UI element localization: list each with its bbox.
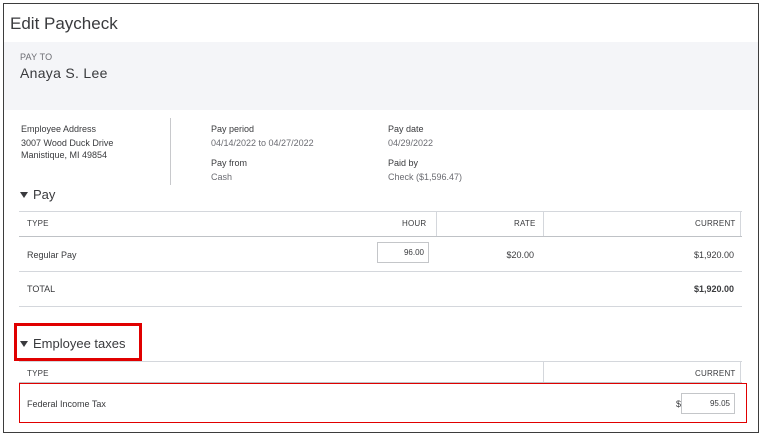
paid-by-value: Check ($1,596.47) [388, 172, 463, 182]
pay-period-value: 04/14/2022 to 04/27/2022 [211, 138, 314, 148]
pay-period-label: Pay period [211, 124, 255, 134]
triangle-down-icon [20, 191, 28, 198]
pay-row-rate: $20.00 [506, 250, 534, 260]
pay-date-label: Pay date [388, 124, 424, 134]
pay-from-label: Pay from [211, 158, 248, 168]
hour-input[interactable]: 96.00 [377, 242, 429, 263]
employee-address-line2: Manistique, MI 49854 [21, 150, 108, 160]
employee-name: Anaya S. Lee [20, 65, 108, 81]
pay-col-separator [436, 212, 437, 236]
pay-total-border [19, 306, 742, 307]
taxes-col-current: CURRENT [695, 369, 736, 378]
pay-col-separator [740, 212, 741, 236]
pay-row-type: Regular Pay [27, 250, 77, 260]
employee-address-label: Employee Address [21, 124, 97, 134]
dialog-title: Edit Paycheck [10, 14, 118, 33]
pay-section-toggle[interactable]: Pay [20, 187, 55, 202]
employee-taxes-highlight [14, 323, 142, 361]
taxes-col-type: TYPE [27, 369, 49, 378]
paid-by-label: Paid by [388, 158, 419, 168]
info-divider [170, 118, 171, 185]
pay-to-header [4, 42, 758, 110]
pay-col-type: TYPE [27, 219, 49, 228]
pay-total-value: $1,920.00 [693, 284, 734, 294]
pay-total-label: TOTAL [27, 284, 56, 294]
pay-section-title: Pay [33, 187, 56, 202]
pay-col-rate: RATE [514, 219, 536, 228]
taxes-table-top-border [19, 361, 742, 362]
employee-address-line1: 3007 Wood Duck Drive [21, 138, 114, 148]
pay-table-top-border [19, 211, 742, 212]
edit-paycheck-dialog: Edit Paycheck PAY TO Anaya S. Lee Employ… [3, 3, 759, 433]
pay-date-value: 04/29/2022 [388, 138, 434, 148]
pay-from-value: Cash [211, 172, 233, 182]
pay-col-current: CURRENT [695, 219, 736, 228]
pay-table-header-border [19, 236, 742, 237]
pay-row-border [19, 271, 742, 272]
taxes-col-separator [543, 362, 544, 382]
pay-to-label: PAY TO [20, 52, 53, 62]
taxes-col-separator [740, 362, 741, 382]
pay-col-separator [543, 212, 544, 236]
federal-tax-row-highlight [19, 383, 747, 423]
pay-col-hour: HOUR [402, 219, 427, 228]
pay-row-current: $1,920.00 [693, 250, 734, 260]
